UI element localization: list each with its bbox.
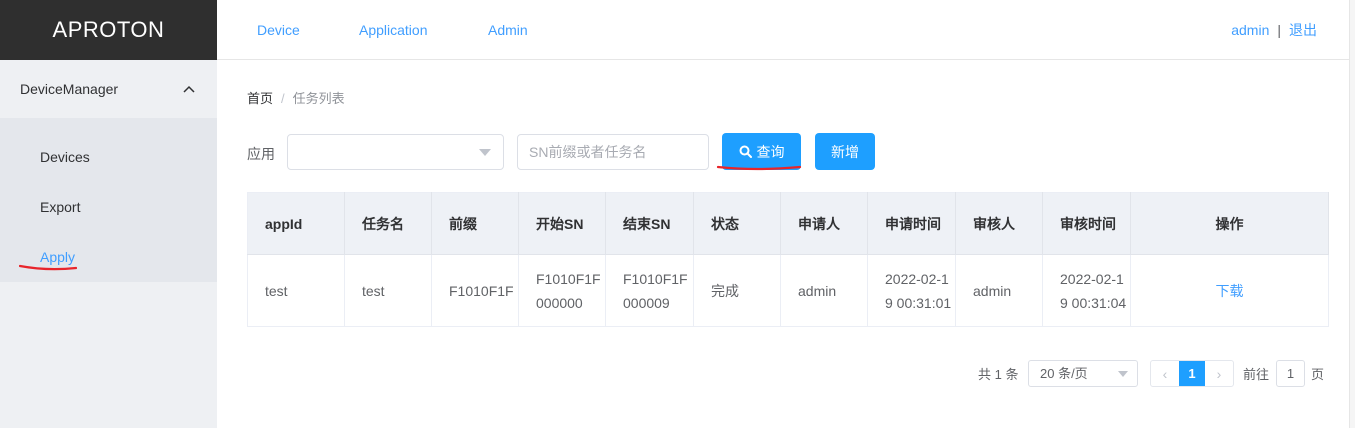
column-header: 申请时间 — [867, 192, 956, 255]
cell-prefix: F1010F1F — [431, 254, 519, 327]
user-area: admin | 退出 — [1231, 0, 1317, 60]
user-link[interactable]: admin — [1231, 22, 1269, 38]
cell-action: 下载 — [1130, 254, 1329, 327]
cell-end-sn: F1010F1F000009 — [605, 254, 694, 327]
goto-page-input[interactable] — [1276, 360, 1305, 387]
page-size-select[interactable]: 20 条/页 — [1028, 360, 1138, 387]
column-header: appId — [247, 192, 345, 255]
cell-apply-time: 2022-02-19 00:31:01 — [867, 254, 956, 327]
chevron-down-icon — [479, 149, 491, 156]
pagination-total: 共 1 条 — [978, 367, 1019, 382]
top-header: Device Application Admin admin | 退出 — [217, 0, 1355, 60]
app-select[interactable] — [287, 134, 504, 170]
column-header: 状态 — [693, 192, 781, 255]
breadcrumb-current: 任务列表 — [292, 91, 345, 106]
column-header: 结束SN — [605, 192, 694, 255]
nav-device[interactable]: Device — [257, 0, 300, 60]
cell-status: 完成 — [693, 254, 781, 327]
column-header: 任务名 — [344, 192, 432, 255]
breadcrumb-separator: / — [281, 91, 285, 106]
search-input[interactable] — [517, 134, 709, 170]
column-header: 操作 — [1130, 192, 1329, 255]
column-header: 申请人 — [780, 192, 868, 255]
cell-applicant: admin — [780, 254, 868, 327]
sidebar: DeviceManager Devices Export Apply — [0, 60, 217, 428]
scrollbar[interactable] — [1349, 0, 1355, 428]
submenu-items: Devices Export Apply — [0, 118, 217, 282]
column-header: 审核人 — [955, 192, 1043, 255]
chevron-down-icon — [1118, 371, 1128, 377]
goto-label-prefix: 前往 — [1243, 367, 1270, 382]
page-size-value: 20 条/页 — [1040, 366, 1088, 381]
column-header: 审核时间 — [1042, 192, 1131, 255]
query-button-label: 查询 — [756, 143, 785, 160]
cell-task-name: test — [344, 254, 432, 327]
sidebar-item-label: Export — [40, 199, 81, 215]
pager: ‹ 1 › — [1150, 360, 1234, 387]
sidebar-item-export[interactable]: Export — [0, 182, 217, 232]
table-row: test test F1010F1F F1010F1F000000 F1010F… — [247, 254, 1329, 327]
cell-reviewer: admin — [955, 254, 1043, 327]
column-header: 开始SN — [518, 192, 606, 255]
nav-application[interactable]: Application — [359, 0, 428, 60]
sidebar-item-apply[interactable]: Apply — [0, 232, 217, 282]
breadcrumb: 首页 / 任务列表 — [247, 88, 345, 107]
cell-appid: test — [247, 254, 345, 327]
cell-start-sn: F1010F1F000000 — [518, 254, 606, 327]
page-number-current[interactable]: 1 — [1179, 361, 1205, 386]
user-separator: | — [1277, 22, 1281, 38]
sidebar-item-devices[interactable]: Devices — [0, 132, 217, 182]
cell-review-time: 2022-02-19 00:31:04 — [1042, 254, 1131, 327]
breadcrumb-home[interactable]: 首页 — [247, 91, 273, 106]
nav-admin[interactable]: Admin — [488, 0, 528, 60]
logout-link[interactable]: 退出 — [1289, 22, 1317, 38]
task-table: appId 任务名 前缀 开始SN 结束SN 状态 申请人 申请时间 审核人 审… — [247, 192, 1329, 327]
chevron-up-icon — [183, 85, 195, 93]
annotation-underline-query — [716, 165, 802, 171]
sidebar-item-label: Devices — [40, 149, 90, 165]
table-header-row: appId 任务名 前缀 开始SN 结束SN 状态 申请人 申请时间 审核人 审… — [247, 192, 1329, 255]
submenu-device-manager[interactable]: DeviceManager — [0, 60, 217, 118]
chevron-left-icon[interactable]: ‹ — [1151, 361, 1179, 386]
column-header: 前缀 — [431, 192, 519, 255]
app-logo: APROTON — [0, 0, 217, 60]
goto-label-suffix: 页 — [1311, 367, 1325, 382]
submenu-title-label: DeviceManager — [20, 81, 119, 97]
chevron-right-icon[interactable]: › — [1205, 361, 1233, 386]
download-link[interactable]: 下载 — [1216, 283, 1244, 299]
search-icon — [739, 145, 752, 158]
app-filter-label: 应用 — [247, 146, 275, 162]
annotation-underline-apply — [19, 264, 77, 271]
add-button[interactable]: 新增 — [815, 133, 875, 170]
